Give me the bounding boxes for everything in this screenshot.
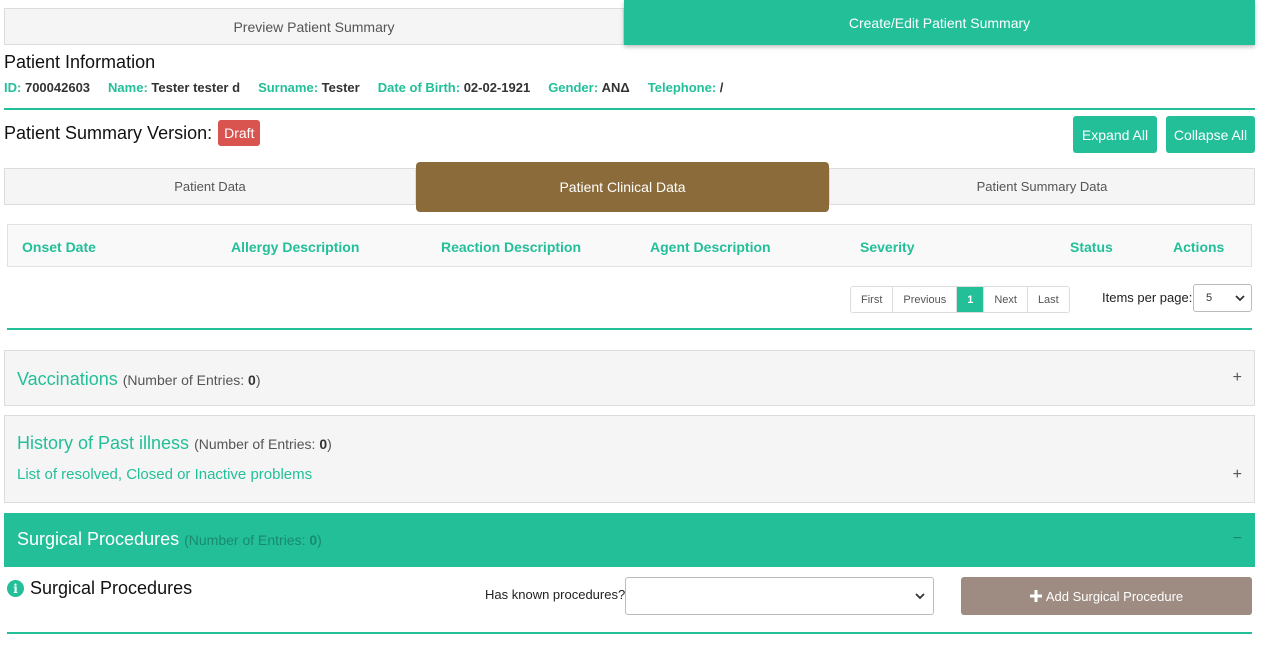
field-value: /	[719, 80, 724, 95]
patient-id: ID: 700042603	[4, 80, 90, 95]
tab-patient-summary-data[interactable]: Patient Summary Data	[829, 168, 1255, 205]
version-label: Patient Summary Version:	[4, 122, 213, 143]
page-previous-button[interactable]: Previous	[893, 287, 958, 312]
field-value: Tester tester d	[151, 80, 241, 95]
entries-count: (Number of Entries: 0)	[122, 372, 261, 388]
plus-icon	[1029, 590, 1042, 602]
info-icon[interactable]: i	[7, 580, 24, 597]
column-actions: Actions	[1173, 239, 1225, 255]
tab-preview-patient-summary[interactable]: Preview Patient Summary	[4, 8, 624, 45]
vaccinations-title: Vaccinations	[17, 369, 118, 389]
surgical-procedures-heading-text: Surgical Procedures	[30, 578, 193, 598]
items-per-page-label: Items per page:	[1102, 290, 1193, 305]
page-last-button[interactable]: Last	[1027, 287, 1069, 312]
expand-icon[interactable]: +	[1233, 369, 1242, 387]
collapse-icon[interactable]: −	[1233, 530, 1242, 548]
tab-create-edit-patient-summary[interactable]: Create/Edit Patient Summary	[624, 0, 1255, 45]
chevron-down-icon	[1235, 294, 1245, 301]
items-per-page-value: 5	[1206, 292, 1213, 304]
surgical-procedures-panel[interactable]: Surgical Procedures (Number of Entries: …	[4, 513, 1255, 567]
past-illness-subtitle: List of resolved, Closed or Inactive pro…	[17, 466, 313, 483]
patient-surname: Surname: Tester	[258, 80, 360, 95]
panel-title: History of Past illness (Number of Entri…	[17, 433, 332, 454]
field-value: ΑΝΔ	[601, 80, 630, 95]
page-next-button[interactable]: Next	[984, 287, 1028, 312]
divider	[7, 632, 1252, 634]
expand-icon[interactable]: +	[1233, 466, 1242, 484]
past-illness-title: History of Past illness	[17, 433, 190, 453]
field-label: ID:	[4, 80, 22, 95]
allergy-table-header: Onset Date Allergy Description Reaction …	[7, 224, 1252, 267]
has-known-procedures-select[interactable]	[625, 577, 934, 615]
column-status[interactable]: Status	[1070, 239, 1113, 255]
field-label: Date of Birth:	[377, 80, 461, 95]
chevron-down-icon	[915, 592, 925, 599]
patient-information-title: Patient Information	[4, 52, 156, 72]
collapse-all-button[interactable]: Collapse All	[1166, 116, 1255, 153]
patient-info-row: ID: 700042603 Name: Tester tester d Surn…	[4, 80, 723, 95]
patient-gender: Gender: ΑΝΔ	[548, 80, 630, 95]
pagination: First Previous 1 Next Last	[850, 286, 1070, 313]
field-value: 02-02-1921	[463, 80, 531, 95]
panel-title: Surgical Procedures (Number of Entries: …	[17, 529, 322, 550]
add-surgical-procedure-button[interactable]: Add Surgical Procedure	[961, 577, 1252, 615]
page-current-button[interactable]: 1	[957, 287, 985, 312]
column-onset-date[interactable]: Onset Date	[22, 239, 96, 255]
field-value: Tester	[321, 80, 360, 95]
field-value: 700042603	[24, 80, 91, 95]
has-known-procedures-label: Has known procedures?	[485, 587, 626, 602]
column-allergy-description[interactable]: Allergy Description	[231, 239, 359, 255]
tab-patient-clinical-data[interactable]: Patient Clinical Data	[416, 162, 829, 212]
tab-patient-data[interactable]: Patient Data	[4, 168, 416, 205]
entries-count: (Number of Entries: 0)	[184, 532, 322, 548]
add-surgical-procedure-label: Add Surgical Procedure	[1045, 588, 1184, 604]
patient-summary-version: Patient Summary Version: Draft	[4, 120, 261, 146]
surgical-procedures-title: Surgical Procedures	[17, 529, 180, 549]
page-first-button[interactable]: First	[851, 287, 894, 312]
section-tabs: Patient Data Patient Summary Data Patien…	[4, 162, 1255, 212]
divider	[7, 328, 1252, 330]
surgical-procedures-heading: i Surgical Procedures	[7, 578, 192, 599]
patient-telephone: Telephone: /	[648, 80, 724, 95]
draft-badge: Draft	[218, 120, 261, 146]
entries-count: (Number of Entries: 0)	[194, 436, 332, 452]
vaccinations-panel[interactable]: Vaccinations (Number of Entries: 0) +	[4, 350, 1255, 406]
top-tabs: Preview Patient Summary Create/Edit Pati…	[4, 0, 1255, 46]
past-illness-panel[interactable]: History of Past illness (Number of Entri…	[4, 415, 1255, 503]
expand-all-button[interactable]: Expand All	[1073, 116, 1157, 153]
column-severity[interactable]: Severity	[860, 239, 914, 255]
items-per-page-select[interactable]: 5	[1193, 284, 1252, 312]
divider	[4, 108, 1255, 110]
field-label: Surname:	[258, 80, 319, 95]
column-agent-description[interactable]: Agent Description	[650, 239, 771, 255]
field-label: Telephone:	[647, 80, 717, 95]
field-label: Gender:	[548, 80, 599, 95]
patient-dob: Date of Birth: 02-02-1921	[378, 80, 530, 95]
patient-name: Name: Tester tester d	[108, 80, 240, 95]
field-label: Name:	[108, 80, 148, 95]
panel-title: Vaccinations (Number of Entries: 0)	[17, 369, 260, 390]
column-reaction-description[interactable]: Reaction Description	[441, 239, 581, 255]
